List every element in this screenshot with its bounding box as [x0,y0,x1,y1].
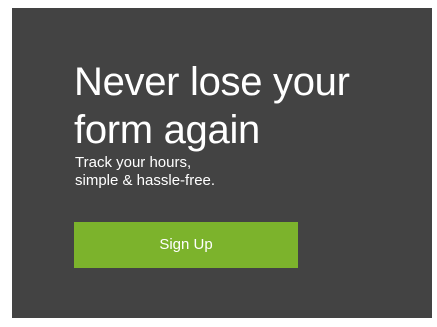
hero-headline: Never lose your form again [74,58,414,154]
subtitle-line-1: Track your hours, [75,154,192,171]
sign-up-button[interactable]: Sign Up [74,222,298,268]
hero-panel: Never lose your form again Track your ho… [12,8,432,318]
headline-line-1: Never lose your [74,60,350,104]
headline-line-2: form again [74,108,260,152]
hero-subtitle: Track your hours, simple & hassle-free. [75,154,215,190]
subtitle-line-2: simple & hassle-free. [75,172,216,189]
